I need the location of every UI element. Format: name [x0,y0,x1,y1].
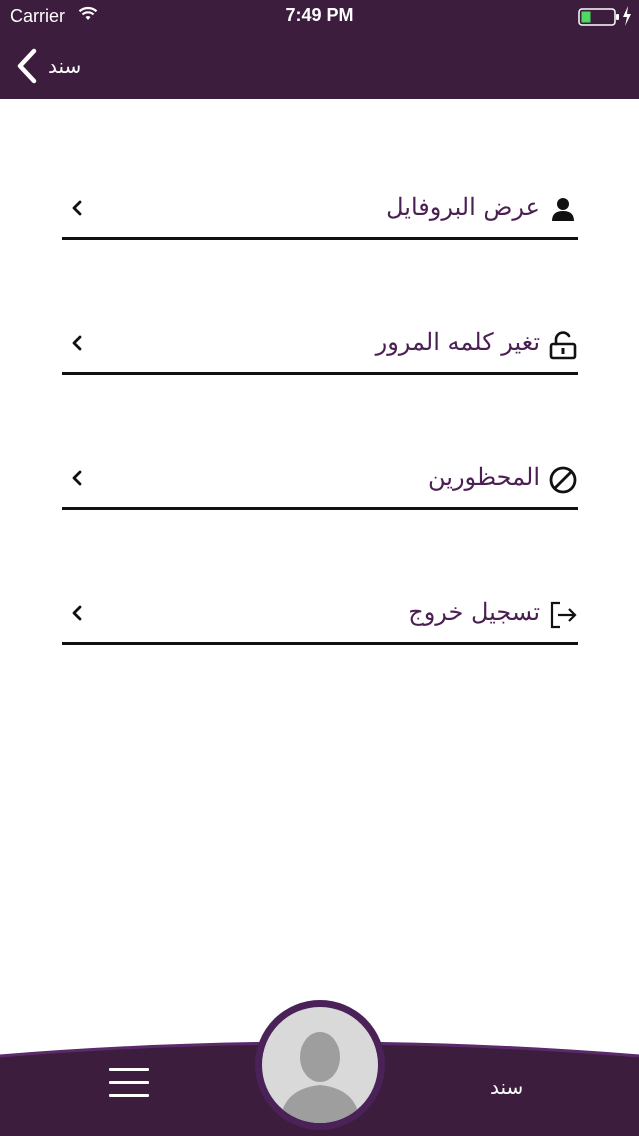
person-silhouette-icon [280,1032,360,1123]
avatar[interactable] [255,1000,385,1130]
bottom-tab-bar: سند [0,1000,639,1136]
back-button-label: سند [48,54,82,78]
charging-bolt-icon [623,6,631,26]
avatar-placeholder [262,1007,378,1123]
menu-item-label: تغير كلمه المرور [375,328,540,356]
menu-item-label: تسجيل خروج [408,598,540,626]
status-bar: Carrier 7:49 PM [0,0,639,34]
chevron-left-icon [72,335,82,351]
logout-icon [550,601,577,629]
menu-item-blocked[interactable]: المحظورين [62,455,578,510]
battery-icon [578,8,619,26]
brand-label: سند [490,1075,524,1099]
blocked-icon [549,466,577,494]
back-button[interactable]: سند [14,48,104,84]
user-icon [552,198,574,221]
menu-item-logout[interactable]: تسجيل خروج [62,590,578,645]
chevron-left-icon [72,605,82,621]
hamburger-menu-icon[interactable] [109,1068,149,1098]
app-header: Carrier 7:49 PM سند [0,0,639,99]
status-time: 7:49 PM [285,5,354,25]
menu-item-change-password[interactable]: تغير كلمه المرور [62,320,578,375]
menu-item-view-profile[interactable]: عرض البروفايل [62,185,578,240]
lock-icon [549,331,577,360]
chevron-left-icon [72,470,82,486]
menu-item-label: عرض البروفايل [386,193,540,221]
chevron-back-icon [17,48,37,84]
chevron-left-icon [72,200,82,216]
menu-item-label: المحظورين [428,463,540,491]
